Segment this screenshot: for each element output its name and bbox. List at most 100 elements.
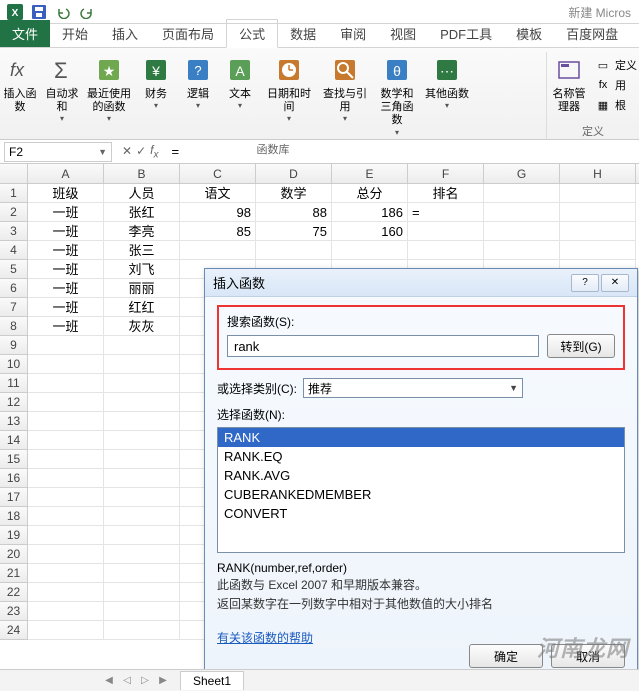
row-header[interactable]: 3 bbox=[0, 222, 28, 241]
cell[interactable] bbox=[104, 545, 180, 564]
cell[interactable] bbox=[104, 469, 180, 488]
create-from-selection-button[interactable]: ▦根 bbox=[593, 96, 639, 114]
define-name-button[interactable]: ▭定义 bbox=[593, 56, 639, 74]
tab-file[interactable]: 文件 bbox=[0, 20, 50, 47]
cell[interactable]: 一班 bbox=[28, 298, 104, 317]
row-header[interactable]: 17 bbox=[0, 488, 28, 507]
search-function-input[interactable] bbox=[227, 335, 539, 357]
row-header[interactable]: 13 bbox=[0, 412, 28, 431]
cell[interactable]: 一班 bbox=[28, 279, 104, 298]
cell[interactable]: 总分 bbox=[332, 184, 408, 203]
function-list[interactable]: RANK RANK.EQ RANK.AVG CUBERANKEDMEMBER C… bbox=[217, 427, 625, 553]
use-in-formula-button[interactable]: fx用 bbox=[593, 76, 639, 94]
function-item[interactable]: RANK bbox=[218, 428, 624, 447]
formula-input[interactable]: = bbox=[164, 142, 639, 161]
select-all-corner[interactable] bbox=[0, 164, 28, 183]
cell[interactable] bbox=[104, 621, 180, 640]
tab-pdf[interactable]: PDF工具 bbox=[428, 20, 504, 47]
row-header[interactable]: 18 bbox=[0, 507, 28, 526]
cell[interactable] bbox=[28, 412, 104, 431]
cell[interactable]: 语文 bbox=[180, 184, 256, 203]
row-header[interactable]: 20 bbox=[0, 545, 28, 564]
cell[interactable] bbox=[104, 564, 180, 583]
cell[interactable] bbox=[104, 431, 180, 450]
function-item[interactable]: RANK.EQ bbox=[218, 447, 624, 466]
row-header[interactable]: 19 bbox=[0, 526, 28, 545]
row-header[interactable]: 2 bbox=[0, 203, 28, 222]
cell[interactable] bbox=[28, 469, 104, 488]
cell[interactable] bbox=[104, 602, 180, 621]
col-header[interactable]: C bbox=[180, 164, 256, 183]
cell[interactable]: 160 bbox=[332, 222, 408, 241]
sheet-nav-last[interactable]: ▶ bbox=[154, 675, 172, 686]
cell[interactable]: = bbox=[408, 203, 484, 222]
tab-home[interactable]: 开始 bbox=[50, 20, 100, 47]
cell[interactable] bbox=[28, 564, 104, 583]
cell[interactable]: 186 bbox=[332, 203, 408, 222]
col-header[interactable]: B bbox=[104, 164, 180, 183]
cell[interactable] bbox=[484, 184, 560, 203]
row-header[interactable]: 9 bbox=[0, 336, 28, 355]
category-select[interactable]: 推荐 bbox=[303, 378, 523, 398]
sheet-tab[interactable]: Sheet1 bbox=[180, 671, 244, 690]
dialog-titlebar[interactable]: 插入函数 ? ✕ bbox=[205, 269, 637, 297]
dialog-close-button[interactable]: ✕ bbox=[601, 274, 629, 292]
row-header[interactable]: 10 bbox=[0, 355, 28, 374]
tab-formulas[interactable]: 公式 bbox=[226, 19, 278, 48]
lookup-button[interactable]: 查找与引用▾ bbox=[318, 52, 372, 139]
cell[interactable] bbox=[104, 374, 180, 393]
cell[interactable]: 98 bbox=[180, 203, 256, 222]
cell[interactable] bbox=[28, 507, 104, 526]
function-item[interactable]: RANK.AVG bbox=[218, 466, 624, 485]
cancel-formula-icon[interactable]: ✕ bbox=[122, 144, 132, 158]
dialog-help-button[interactable]: ? bbox=[571, 274, 599, 292]
cell[interactable] bbox=[28, 374, 104, 393]
cell[interactable]: 一班 bbox=[28, 203, 104, 222]
cell[interactable] bbox=[332, 241, 408, 260]
row-header[interactable]: 12 bbox=[0, 393, 28, 412]
cell[interactable] bbox=[256, 241, 332, 260]
tab-review[interactable]: 审阅 bbox=[328, 20, 378, 47]
cell[interactable] bbox=[28, 393, 104, 412]
financial-button[interactable]: ¥ 财务▾ bbox=[136, 52, 176, 139]
more-functions-button[interactable]: ⋯ 其他函数▾ bbox=[422, 52, 472, 139]
fx-bar-icon[interactable]: fx bbox=[150, 143, 158, 160]
cell[interactable] bbox=[408, 222, 484, 241]
cell[interactable]: 张三 bbox=[104, 241, 180, 260]
cell[interactable]: 一班 bbox=[28, 317, 104, 336]
function-item[interactable]: CONVERT bbox=[218, 504, 624, 523]
name-box[interactable]: F2 ▼ bbox=[4, 142, 112, 162]
help-link[interactable]: 有关该函数的帮助 bbox=[217, 629, 313, 646]
cell[interactable] bbox=[28, 431, 104, 450]
tab-layout[interactable]: 页面布局 bbox=[150, 20, 226, 47]
cell[interactable] bbox=[560, 241, 636, 260]
cell[interactable] bbox=[104, 355, 180, 374]
col-header[interactable]: A bbox=[28, 164, 104, 183]
col-header[interactable]: H bbox=[560, 164, 636, 183]
row-header[interactable]: 15 bbox=[0, 450, 28, 469]
cell[interactable]: 灰灰 bbox=[104, 317, 180, 336]
cell[interactable] bbox=[28, 336, 104, 355]
insert-function-button[interactable]: fx 插入函数 bbox=[0, 52, 40, 139]
sheet-nav-prev[interactable]: ◁ bbox=[118, 675, 136, 686]
tab-insert[interactable]: 插入 bbox=[100, 20, 150, 47]
row-header[interactable]: 23 bbox=[0, 602, 28, 621]
cell[interactable] bbox=[28, 583, 104, 602]
tab-data[interactable]: 数据 bbox=[278, 20, 328, 47]
cell[interactable]: 班级 bbox=[28, 184, 104, 203]
cell[interactable]: 88 bbox=[256, 203, 332, 222]
cell[interactable] bbox=[560, 222, 636, 241]
cell[interactable]: 一班 bbox=[28, 241, 104, 260]
row-header[interactable]: 16 bbox=[0, 469, 28, 488]
cell[interactable]: 李亮 bbox=[104, 222, 180, 241]
text-button[interactable]: A 文本▾ bbox=[220, 52, 260, 139]
row-header[interactable]: 22 bbox=[0, 583, 28, 602]
cell[interactable]: 85 bbox=[180, 222, 256, 241]
col-header[interactable]: F bbox=[408, 164, 484, 183]
row-header[interactable]: 4 bbox=[0, 241, 28, 260]
cell[interactable]: 排名 bbox=[408, 184, 484, 203]
cell[interactable] bbox=[104, 583, 180, 602]
row-header[interactable]: 6 bbox=[0, 279, 28, 298]
autosum-button[interactable]: Σ 自动求和▾ bbox=[42, 52, 82, 139]
cell[interactable]: 张红 bbox=[104, 203, 180, 222]
